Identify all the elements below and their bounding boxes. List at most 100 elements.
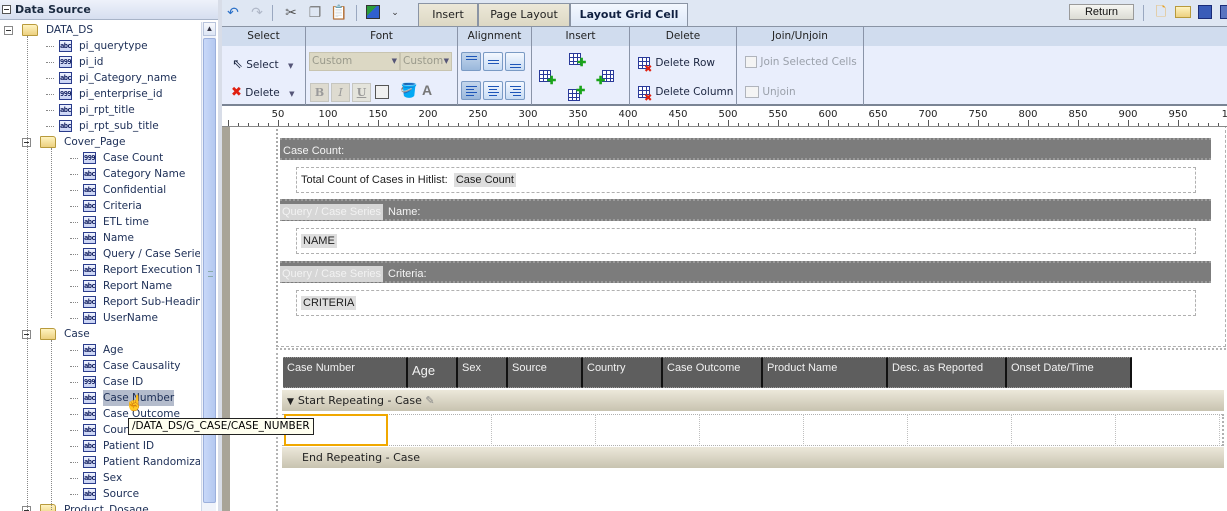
collapse-toggle-icon[interactable]	[4, 26, 13, 35]
tree-item[interactable]: abc Report Execution Time	[0, 262, 200, 278]
tree-item[interactable]: 999 Case ID	[0, 374, 200, 390]
grid-cell[interactable]	[596, 414, 700, 446]
end-repeating-bar[interactable]: End Repeating - Case	[282, 447, 1224, 468]
redo-icon[interactable]: ↷	[248, 3, 266, 21]
align-top-button[interactable]	[461, 52, 481, 71]
fill-color-icon[interactable]: 🪣	[400, 82, 417, 99]
new-icon[interactable]: 🗋	[1152, 3, 1170, 21]
tree-item[interactable]: 999 pi_enterprise_id	[0, 86, 200, 102]
tree-item[interactable]: abc pi_querytype	[0, 38, 200, 54]
data-source-header[interactable]: Data Source	[0, 0, 220, 20]
tab-insert[interactable]: Insert	[418, 3, 478, 26]
italic-button[interactable]: I	[331, 83, 350, 102]
table-header-cell[interactable]: Desc. as Reported	[888, 357, 1007, 388]
align-bottom-button[interactable]	[505, 52, 525, 71]
criteria-row[interactable]: CRITERIA	[296, 290, 1196, 316]
tree-item[interactable]: abc Case Number	[0, 390, 200, 406]
tree-item[interactable]: abc Report Name	[0, 278, 200, 294]
select-button[interactable]: ⇖ Select ▼	[232, 56, 293, 74]
tree-item[interactable]: abc Source	[0, 486, 200, 502]
tree-item[interactable]: abc Patient Randomization N	[0, 454, 200, 470]
tree-folder[interactable]: DATA_DS	[0, 22, 200, 38]
copy-icon[interactable]: ❐	[306, 3, 324, 21]
query-case-series-field[interactable]: Query / Case Series	[280, 266, 384, 282]
grid-cell[interactable]	[492, 414, 596, 446]
tree-item[interactable]: abc Category Name	[0, 166, 200, 182]
query-case-series-field[interactable]: Query / Case Series	[280, 204, 384, 220]
collapse-icon[interactable]	[2, 5, 11, 14]
tree-scrollbar[interactable]: ▲	[201, 22, 216, 511]
tree-item[interactable]: abc Case Causality	[0, 358, 200, 374]
border-icon[interactable]	[375, 85, 389, 99]
join-selected-cells-button[interactable]: Join Selected Cells	[745, 53, 857, 71]
tree-item[interactable]: abc Report Sub-Heading	[0, 294, 200, 310]
case-count-field[interactable]: Case Count	[453, 173, 516, 187]
tree-item[interactable]: abc Age	[0, 342, 200, 358]
tree-folder[interactable]: Cover_Page	[0, 134, 200, 150]
tree-folder[interactable]: Case	[0, 326, 200, 342]
grid-cell[interactable]	[1012, 414, 1116, 446]
tab-page-layout[interactable]: Page Layout	[478, 3, 570, 26]
tree-item[interactable]: 999 pi_id	[0, 54, 200, 70]
scroll-up-icon[interactable]: ▲	[203, 22, 216, 36]
save-as-icon[interactable]	[1220, 5, 1227, 19]
table-header-cell[interactable]: Country	[583, 357, 663, 388]
grid-cell[interactable]	[804, 414, 908, 446]
delete-button[interactable]: ✖ Delete ▼	[231, 84, 294, 102]
tree-item[interactable]: abc Sex	[0, 470, 200, 486]
chevron-down-icon[interactable]: ⌄	[386, 3, 404, 21]
table-header-cell[interactable]: Case Outcome	[663, 357, 763, 388]
collapse-triangle-icon[interactable]: ▼	[287, 397, 294, 407]
chevron-down-icon[interactable]: ▼	[288, 62, 293, 70]
font-size-select[interactable]: Custom ▼	[400, 52, 452, 71]
align-middle-button[interactable]	[483, 52, 503, 71]
table-header-cell[interactable]: Onset Date/Time	[1007, 357, 1132, 388]
align-left-button[interactable]	[461, 81, 481, 100]
layout-icon[interactable]	[366, 5, 380, 19]
tree-item[interactable]: abc ETL time	[0, 214, 200, 230]
case-count-band[interactable]: Case Count:	[280, 138, 1211, 160]
name-field[interactable]: NAME	[301, 234, 337, 248]
grid-cell[interactable]	[700, 414, 804, 446]
chevron-down-icon[interactable]: ▼	[289, 90, 294, 98]
grid-cell[interactable]	[908, 414, 1012, 446]
cut-icon[interactable]: ✂	[282, 3, 300, 21]
tree-item[interactable]: abc pi_Category_name	[0, 70, 200, 86]
font-color-icon[interactable]: A	[422, 82, 432, 98]
tree-item[interactable]: abc Criteria	[0, 198, 200, 214]
delete-column-button[interactable]: ✖ Delete Column	[638, 83, 733, 104]
tree-folder[interactable]: Product_Dosage	[0, 502, 200, 511]
name-row[interactable]: NAME	[296, 228, 1196, 254]
table-header-cell[interactable]: Product Name	[763, 357, 888, 388]
bold-button[interactable]: B	[310, 83, 329, 102]
undo-icon[interactable]: ↶	[224, 3, 242, 21]
table-header-cell[interactable]: Case Number	[283, 357, 408, 388]
paste-icon[interactable]: 📋	[330, 3, 348, 21]
save-icon[interactable]	[1198, 5, 1212, 19]
criteria-field[interactable]: CRITERIA	[301, 296, 357, 310]
case-count-row[interactable]: Total Count of Cases in Hitlist: Case Co…	[296, 167, 1196, 193]
edit-pencil-icon[interactable]: ✎	[425, 394, 434, 407]
tree-item[interactable]: 999 Case Count	[0, 150, 200, 166]
table-header-cell[interactable]: Sex	[458, 357, 508, 388]
table-header-cell[interactable]: Age	[408, 357, 458, 388]
unjoin-button[interactable]: Unjoin	[745, 83, 796, 101]
open-icon[interactable]	[1175, 6, 1191, 18]
grid-cell[interactable]	[1116, 414, 1220, 446]
font-name-select[interactable]: Custom ▼	[309, 52, 400, 71]
criteria-band[interactable]: Query / Case Series Criteria:	[280, 261, 1211, 283]
table-header-cell[interactable]: Source	[508, 357, 583, 388]
tab-layout-grid-cell[interactable]: Layout Grid Cell	[570, 3, 688, 27]
align-center-button[interactable]	[483, 81, 503, 100]
delete-row-button[interactable]: ✖ Delete Row	[638, 54, 715, 75]
underline-button[interactable]: U	[352, 83, 371, 102]
start-repeating-bar[interactable]: ▼ Start Repeating - Case ✎	[282, 390, 1224, 411]
tree-item[interactable]: abc UserName	[0, 310, 200, 326]
tree-item[interactable]: abc Patient ID	[0, 438, 200, 454]
grid-cell[interactable]	[388, 414, 492, 446]
tree-item[interactable]: abc Confidential	[0, 182, 200, 198]
align-right-button[interactable]	[505, 81, 525, 100]
tree-item[interactable]: abc pi_rpt_title	[0, 102, 200, 118]
tree-item[interactable]: abc Query / Case Series	[0, 246, 200, 262]
name-band[interactable]: Query / Case Series Name:	[280, 199, 1211, 221]
